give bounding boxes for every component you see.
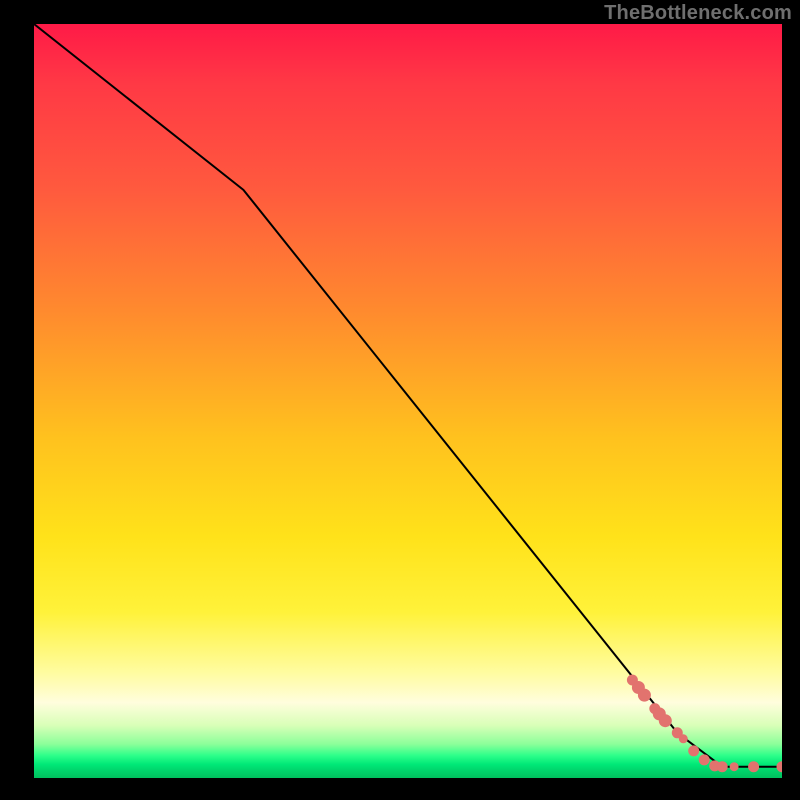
marker-dot (777, 762, 782, 772)
chart-frame: TheBottleneck.com (0, 0, 800, 800)
marker-dot (699, 755, 709, 765)
watermark-label: TheBottleneck.com (604, 2, 792, 25)
marker-dot (730, 763, 738, 771)
marker-dot (659, 715, 671, 727)
marker-dot (749, 762, 759, 772)
plot-overlay (34, 24, 782, 778)
curve-line (34, 24, 782, 767)
marker-dot (689, 746, 699, 756)
marker-group (627, 675, 782, 772)
marker-dot (679, 735, 687, 743)
marker-dot (638, 689, 650, 701)
marker-dot (717, 762, 727, 772)
